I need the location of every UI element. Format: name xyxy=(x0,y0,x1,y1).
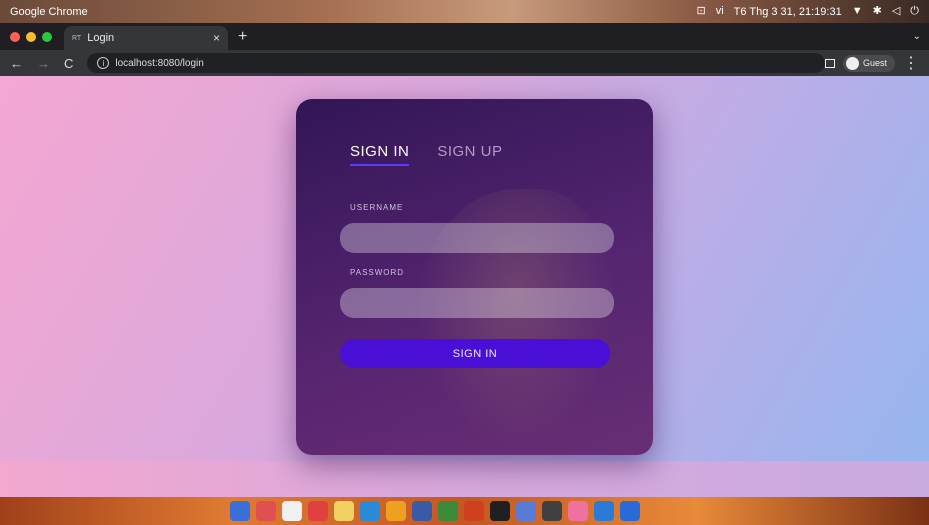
dock-app-icon[interactable] xyxy=(568,501,588,521)
dock-app-icon[interactable] xyxy=(282,501,302,521)
browser-toolbar: ← → C i localhost:8080/login Guest ⋮ xyxy=(0,50,929,76)
guest-avatar-icon xyxy=(845,56,859,70)
profile-button[interactable]: Guest xyxy=(842,54,895,72)
screenshot-icon[interactable]: ⊡ xyxy=(697,6,706,17)
menu-kebab-icon[interactable]: ⋮ xyxy=(903,53,919,73)
page-viewport: SIGN IN SIGN UP USERNAME PASSWORD SIGN I… xyxy=(0,76,929,497)
site-info-icon[interactable]: i xyxy=(97,57,110,69)
dock-app-icon[interactable] xyxy=(516,501,536,521)
tab-search-chevron-icon[interactable]: ⌄ xyxy=(913,31,921,42)
login-card: SIGN IN SIGN UP USERNAME PASSWORD SIGN I… xyxy=(296,99,653,455)
dock-app-icon[interactable] xyxy=(464,501,484,521)
tab-sign-in[interactable]: SIGN IN xyxy=(350,143,410,166)
os-app-name: Google Chrome xyxy=(10,5,88,18)
dock-app-icon[interactable] xyxy=(230,501,250,521)
os-top-bar: Google Chrome ⊡ vi T6 Thg 3 31, 21:19:31… xyxy=(0,0,929,23)
close-tab-icon[interactable]: × xyxy=(213,31,220,45)
dock-app-icon[interactable] xyxy=(386,501,406,521)
dock-app-icon[interactable] xyxy=(542,501,562,521)
side-panel-icon[interactable] xyxy=(824,58,835,68)
browser-tab[interactable]: RT Login × xyxy=(64,26,228,50)
reload-icon[interactable]: C xyxy=(64,56,73,71)
tab-title: Login xyxy=(87,32,115,44)
os-status-area: ⊡ vi T6 Thg 3 31, 21:19:31 ▼ ✱ ◁ ⏻ xyxy=(697,6,920,18)
dock-app-icon[interactable] xyxy=(438,501,458,521)
dock-app-icon[interactable] xyxy=(620,501,640,521)
os-clock[interactable]: T6 Thg 3 31, 21:19:31 xyxy=(734,6,842,18)
dock-app-icon[interactable] xyxy=(256,501,276,521)
username-input[interactable] xyxy=(340,223,614,253)
auth-tabs: SIGN IN SIGN UP xyxy=(350,143,503,166)
window-controls xyxy=(10,31,52,42)
dock-app-icon[interactable] xyxy=(334,501,354,521)
sign-in-button[interactable]: SIGN IN xyxy=(340,339,610,368)
dock-app-icon[interactable] xyxy=(308,501,328,521)
url-text: localhost:8080/login xyxy=(115,57,204,69)
power-icon[interactable]: ⏻ xyxy=(910,6,919,17)
input-language[interactable]: vi xyxy=(716,6,724,17)
password-input[interactable] xyxy=(340,288,614,318)
maximize-window-button[interactable] xyxy=(42,31,52,42)
page-bottom-strip xyxy=(0,461,929,497)
profile-label: Guest xyxy=(862,58,887,68)
volume-icon[interactable]: ◁ xyxy=(892,6,900,17)
minimize-window-button[interactable] xyxy=(26,31,36,42)
bluetooth-icon[interactable]: ✱ xyxy=(873,6,882,17)
dock-app-icon[interactable] xyxy=(490,501,510,521)
toolbar-right: Guest ⋮ xyxy=(824,53,919,73)
tab-favicon: RT xyxy=(72,34,82,42)
dock-app-icon[interactable] xyxy=(594,501,614,521)
username-label: USERNAME xyxy=(350,203,404,212)
forward-arrow-icon[interactable]: → xyxy=(37,56,50,71)
tab-sign-up[interactable]: SIGN UP xyxy=(437,143,502,166)
dock-app-icon[interactable] xyxy=(360,501,380,521)
close-window-button[interactable] xyxy=(10,31,20,42)
browser-tab-bar: RT Login × + ⌄ xyxy=(0,23,929,50)
new-tab-icon[interactable]: + xyxy=(238,28,247,46)
password-label: PASSWORD xyxy=(350,268,405,277)
back-arrow-icon[interactable]: ← xyxy=(10,56,23,71)
dock-app-icon[interactable] xyxy=(412,501,432,521)
address-bar[interactable]: i localhost:8080/login xyxy=(87,53,825,73)
app-dock xyxy=(230,499,640,523)
wifi-icon[interactable]: ▼ xyxy=(852,6,863,17)
